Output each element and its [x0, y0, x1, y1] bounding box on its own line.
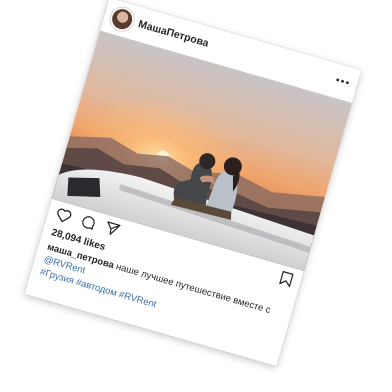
heart-icon[interactable] — [54, 206, 74, 225]
comment-icon[interactable] — [79, 213, 98, 232]
post-card: МашаПетрова 28,094 likes маша_петрова на… — [24, 0, 362, 367]
more-icon[interactable] — [335, 77, 350, 85]
share-icon[interactable] — [103, 220, 122, 239]
bookmark-icon[interactable] — [278, 270, 295, 288]
avatar[interactable] — [109, 6, 135, 32]
